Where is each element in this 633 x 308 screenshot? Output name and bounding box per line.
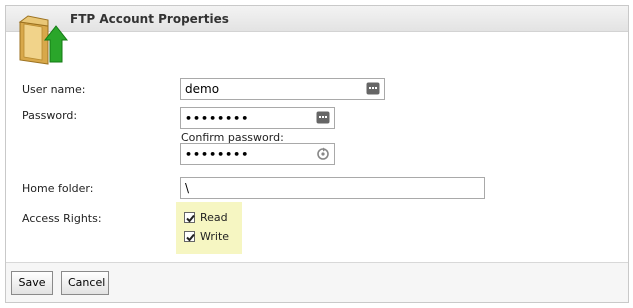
panel-title: FTP Account Properties [70, 12, 229, 26]
keyboard-icon[interactable] [366, 82, 380, 95]
access-rights-group: Read Write [176, 202, 242, 254]
confirm-password-value: •••••••• [185, 148, 250, 161]
home-folder-input[interactable]: \ [180, 177, 485, 199]
password-value: •••••••• [185, 112, 250, 125]
save-button[interactable]: Save [11, 271, 53, 295]
read-checkbox[interactable] [184, 212, 195, 223]
password-input[interactable]: •••••••• [180, 107, 335, 129]
panel-header: FTP Account Properties [6, 6, 628, 32]
folder-upload-icon [14, 10, 74, 68]
write-checkbox[interactable] [184, 231, 195, 242]
cancel-button[interactable]: Cancel [61, 271, 109, 295]
panel-footer: Save Cancel [6, 262, 628, 302]
username-label: User name: [22, 83, 86, 96]
password-label: Password: [22, 109, 78, 122]
home-folder-value: \ [185, 181, 190, 195]
username-value: demo [185, 82, 220, 96]
access-rights-label: Access Rights: [22, 212, 102, 225]
username-input[interactable]: demo [180, 78, 385, 100]
read-label: Read [200, 211, 228, 224]
ftp-account-panel: FTP Account Properties User name: demo P… [5, 5, 629, 303]
home-folder-label: Home folder: [22, 182, 94, 195]
keyboard-icon[interactable] [316, 111, 330, 124]
confirm-password-input[interactable]: •••••••• [180, 143, 335, 165]
refresh-icon[interactable] [316, 147, 330, 160]
write-label: Write [200, 230, 230, 243]
